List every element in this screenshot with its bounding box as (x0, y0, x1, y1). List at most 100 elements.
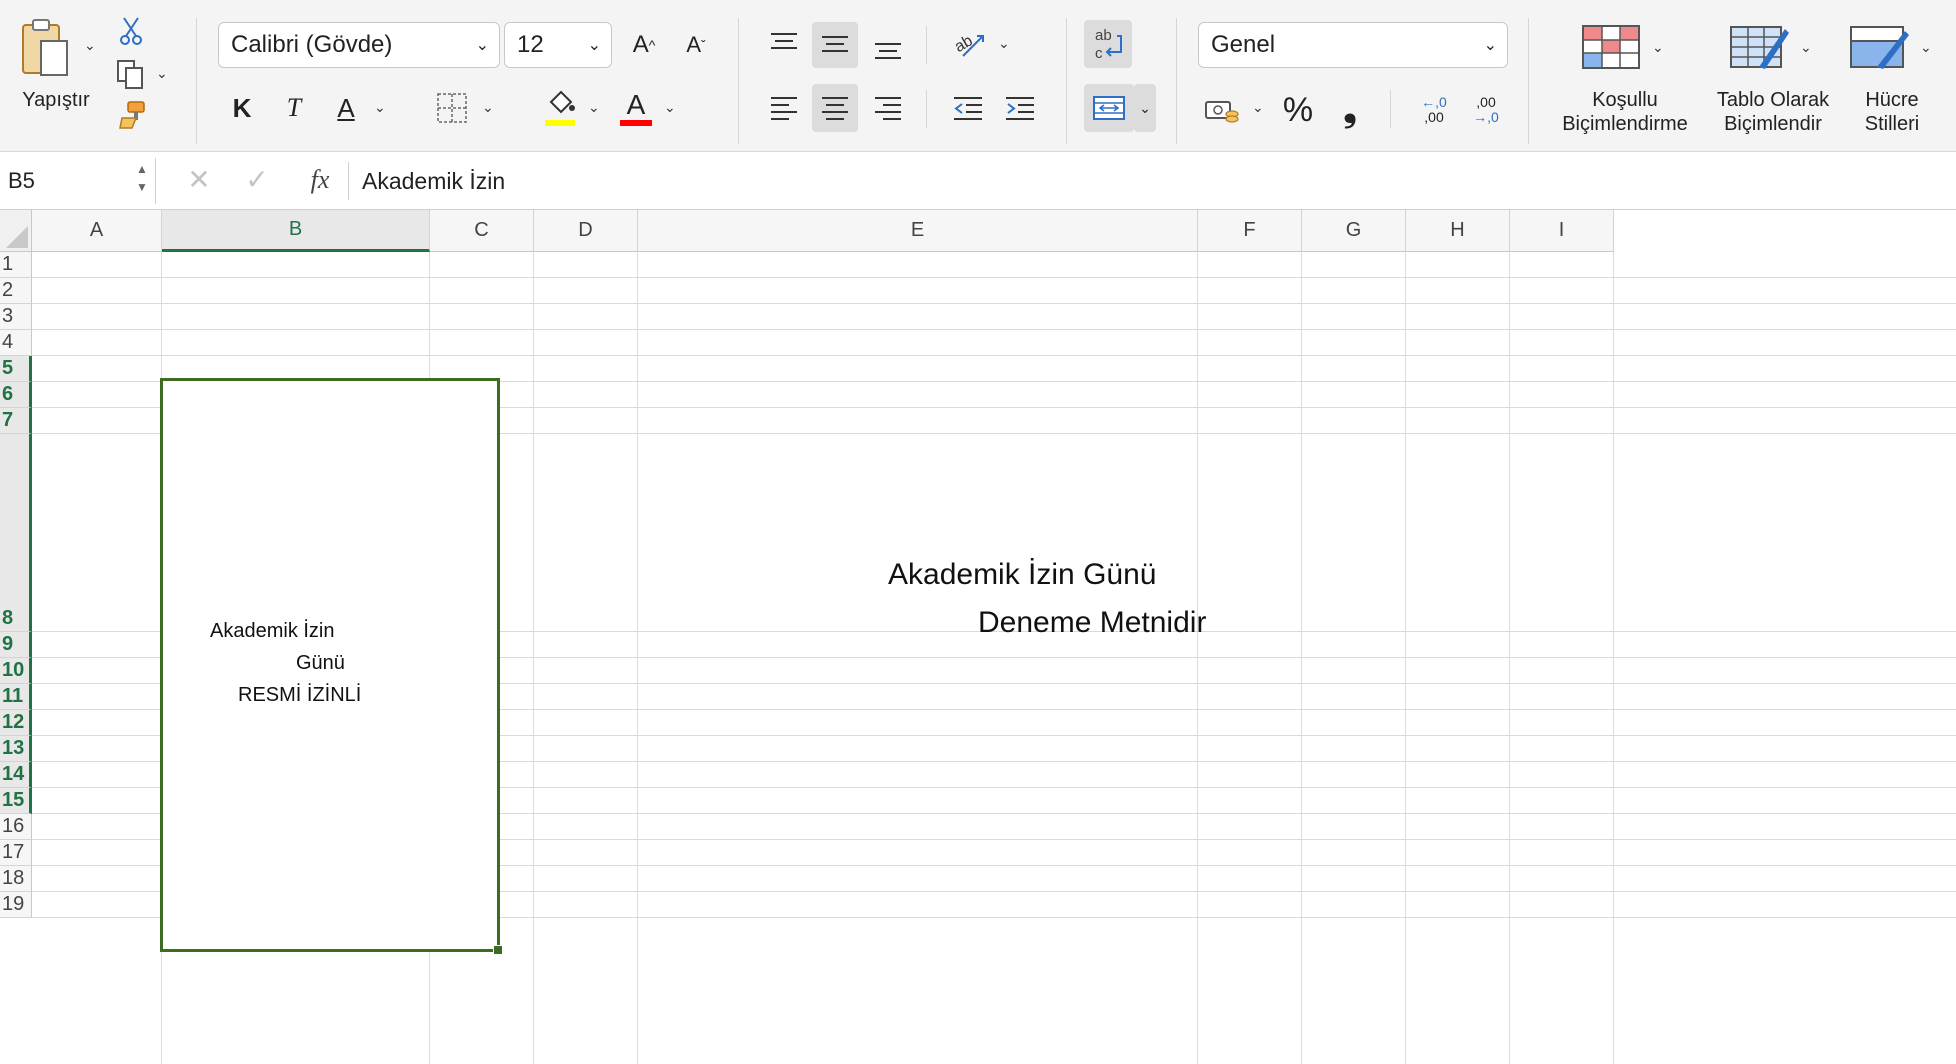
spreadsheet-grid[interactable]: ABCDEFGHI 1 2 3 4 5 6 7 8 9 10 11 12 13 14 15 16 17 18 19 … (0, 210, 1956, 1064)
fill-color-dropdown-chevron[interactable]: ⌄ (588, 100, 600, 114)
column-header-h[interactable]: H (1406, 210, 1510, 252)
row-header-1[interactable]: 1 (0, 252, 32, 278)
italic-button[interactable]: T (274, 88, 314, 128)
align-top-button[interactable] (764, 22, 804, 66)
row-header-4[interactable]: 4 (0, 330, 32, 356)
cell-styles-button[interactable] (1846, 18, 1912, 76)
borders-button[interactable] (430, 88, 474, 128)
fill-handle[interactable] (493, 945, 503, 955)
insert-function-button[interactable]: fx (298, 162, 342, 198)
wrap-text-button[interactable]: ab c (1084, 20, 1132, 68)
font-color-dropdown-chevron[interactable]: ⌄ (664, 100, 676, 114)
column-header-c[interactable]: C (430, 210, 534, 252)
ribbon-separator (1176, 18, 1177, 144)
row-header-15[interactable]: 15 (0, 788, 32, 814)
orientation-dropdown-chevron[interactable]: ⌄ (998, 36, 1010, 50)
row-header-12[interactable]: 12 (0, 710, 32, 736)
font-color-button[interactable]: A (616, 86, 656, 130)
ribbon-separator (1066, 18, 1067, 144)
cell-styles-label-line1: Hücre (1865, 89, 1919, 111)
copy-button[interactable] (110, 56, 150, 92)
align-middle-button[interactable] (812, 22, 858, 68)
format-as-table-icon (1730, 26, 1789, 69)
row-header-3[interactable]: 3 (0, 304, 32, 330)
font-name-dropdown[interactable]: Calibri (Gövde) ⌄ (218, 22, 500, 68)
format-as-table-chevron[interactable]: ⌄ (1800, 40, 1812, 54)
fill-color-button[interactable] (540, 86, 580, 130)
comma-style-button[interactable]: ❟ (1330, 88, 1370, 132)
align-center-button[interactable] (812, 84, 858, 132)
decrease-indent-button[interactable] (948, 86, 988, 130)
row-header-7[interactable]: 7 (0, 408, 32, 434)
align-bottom-icon (875, 43, 901, 59)
paste-button[interactable] (10, 14, 80, 84)
row-header-19[interactable]: 19 (0, 892, 32, 918)
merge-dropdown-button[interactable]: ⌄ (1134, 84, 1156, 132)
cell-styles-label-line2: Stilleri (1864, 113, 1920, 135)
font-size-dropdown[interactable]: 12 ⌄ (504, 22, 612, 68)
row-header-8[interactable]: 8 (0, 434, 32, 632)
increase-decimal-button[interactable]: ←,0 ,00 (1410, 88, 1458, 132)
format-as-table-button[interactable] (1726, 18, 1792, 76)
accounting-format-button[interactable] (1200, 88, 1244, 132)
align-middle-icon (822, 36, 848, 52)
select-all-corner[interactable] (0, 210, 32, 252)
row-header-17[interactable]: 17 (0, 840, 32, 866)
row-header-13[interactable]: 13 (0, 736, 32, 762)
cancel-icon[interactable]: ✕ (182, 162, 216, 198)
confirm-icon[interactable]: ✓ (240, 162, 274, 198)
decrease-decimal-bottom: →,0 (1473, 109, 1499, 125)
accounting-dropdown-chevron[interactable]: ⌄ (1252, 100, 1264, 114)
column-header-a[interactable]: A (32, 210, 162, 252)
copy-dropdown-chevron[interactable]: ⌄ (156, 66, 168, 80)
column-header-i[interactable]: I (1510, 210, 1614, 252)
font-size-value: 12 (517, 31, 544, 58)
percent-style-button[interactable]: % (1276, 88, 1320, 132)
column-header-f[interactable]: F (1198, 210, 1302, 252)
orientation-button[interactable]: ab (948, 22, 992, 66)
increase-indent-button[interactable] (1000, 86, 1040, 130)
column-gridline (637, 252, 638, 1064)
row-header-16[interactable]: 16 (0, 814, 32, 840)
conditional-formatting-chevron[interactable]: ⌄ (1652, 40, 1664, 54)
column-header-g[interactable]: G (1302, 210, 1406, 252)
shrink-font-button[interactable]: Aˇ (676, 26, 716, 64)
ribbon-separator (196, 18, 197, 144)
paste-dropdown-chevron[interactable]: ⌄ (84, 38, 96, 52)
row-header-14[interactable]: 14 (0, 762, 32, 788)
font-name-value: Calibri (Gövde) (231, 31, 393, 58)
chevron-down-icon: ⌄ (1483, 37, 1497, 54)
number-format-dropdown[interactable]: Genel ⌄ (1198, 22, 1508, 68)
merge-center-button[interactable] (1084, 84, 1134, 132)
column-header-d[interactable]: D (534, 210, 638, 252)
cell-e8[interactable] (758, 478, 1454, 726)
cut-button[interactable] (114, 14, 148, 48)
underline-button[interactable]: A (326, 88, 366, 128)
format-painter-button[interactable] (112, 98, 152, 132)
row-header-9[interactable]: 9 (0, 632, 32, 658)
wrap-text-icon: ab c (1095, 27, 1122, 62)
align-bottom-button[interactable] (868, 26, 908, 70)
row-header-11[interactable]: 11 (0, 684, 32, 710)
grow-font-button[interactable]: A ^ (624, 26, 664, 64)
row-header-18[interactable]: 18 (0, 866, 32, 892)
copy-icon (117, 60, 143, 89)
cell-styles-chevron[interactable]: ⌄ (1920, 40, 1932, 54)
align-right-button[interactable] (868, 86, 908, 130)
row-gridline (32, 329, 1956, 330)
decrease-decimal-button[interactable]: ,00 →,0 (1462, 88, 1510, 132)
row-header-5[interactable]: 5 (0, 356, 32, 382)
ribbon-separator (926, 26, 927, 64)
row-header-6[interactable]: 6 (0, 382, 32, 408)
name-box-stepper[interactable]: ▲ ▼ (132, 160, 152, 202)
row-header-10[interactable]: 10 (0, 658, 32, 684)
conditional-formatting-button[interactable] (1578, 18, 1644, 76)
formula-input[interactable]: Akademik İzin (362, 158, 1942, 204)
column-header-e[interactable]: E (638, 210, 1198, 252)
align-left-button[interactable] (764, 86, 804, 130)
underline-dropdown-chevron[interactable]: ⌄ (374, 100, 386, 114)
borders-dropdown-chevron[interactable]: ⌄ (482, 100, 494, 114)
bold-button[interactable]: K (222, 88, 262, 128)
column-header-b[interactable]: B (162, 210, 430, 252)
row-header-2[interactable]: 2 (0, 278, 32, 304)
